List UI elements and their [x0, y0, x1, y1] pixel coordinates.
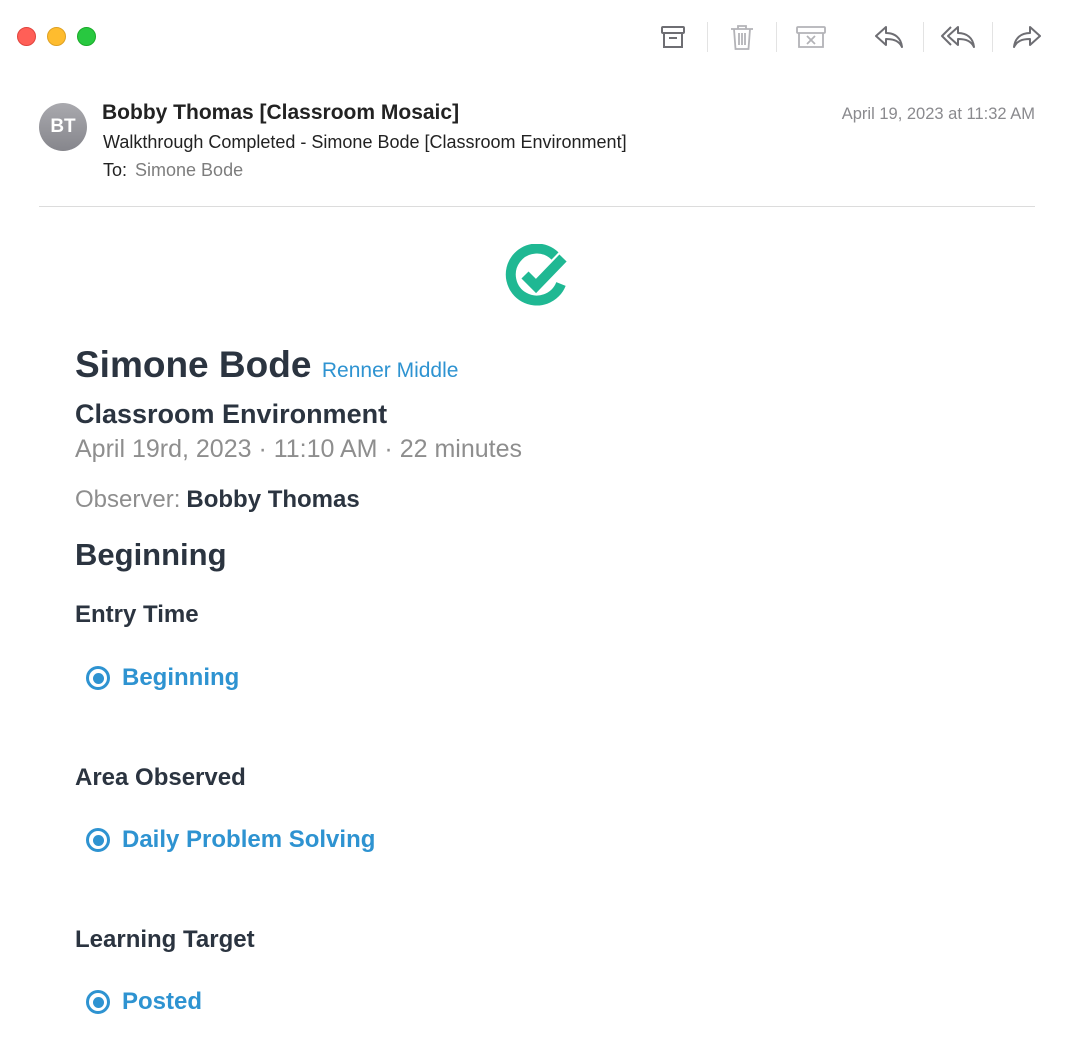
recipient-line: To: Simone Bode [103, 160, 243, 181]
section-title: Beginning [75, 537, 227, 572]
toolbar-separator [707, 22, 708, 52]
to-label: To: [103, 160, 128, 180]
close-window-button[interactable] [17, 27, 36, 46]
email-subject: Walkthrough Completed - Simone Bode [Cla… [103, 132, 627, 152]
archive-icon [661, 26, 685, 48]
walkthrough-meta: April 19rd, 2023 · 11:10 AM · 22 minutes [75, 435, 522, 463]
checkmark-logo-icon [505, 243, 567, 306]
school-link[interactable]: Renner Middle [322, 359, 459, 382]
answer-option: Beginning [86, 664, 239, 692]
walkthrough-category: Classroom Environment [75, 399, 388, 429]
radio-selected-icon [86, 666, 110, 690]
delete-button[interactable] [719, 18, 765, 56]
answer-option: Daily Problem Solving [86, 826, 375, 854]
classroom-mosaic-logo [505, 243, 569, 313]
toolbar-separator [923, 22, 924, 52]
question-label: Area Observed [75, 764, 246, 791]
teacher-line: Simone Bode Renner Middle [75, 344, 458, 386]
minimize-window-button[interactable] [47, 27, 66, 46]
trash-icon [731, 25, 753, 50]
junk-icon [796, 26, 826, 48]
forward-icon [1013, 26, 1041, 48]
reply-all-icon [941, 26, 975, 48]
answer-text: Daily Problem Solving [122, 826, 376, 853]
recipient-name[interactable]: Simone Bode [135, 160, 243, 180]
radio-selected-icon [86, 828, 110, 852]
archive-button[interactable] [650, 18, 696, 56]
teacher-name: Simone Bode [75, 344, 312, 385]
answer-option: Posted [86, 988, 202, 1016]
observer-line: Observer: Bobby Thomas [75, 486, 360, 514]
answer-text: Posted [122, 988, 203, 1015]
question-label: Entry Time [75, 601, 199, 628]
toolbar-separator [776, 22, 777, 52]
reply-button[interactable] [866, 18, 912, 56]
window-controls [17, 27, 96, 46]
zoom-window-button[interactable] [77, 27, 96, 46]
forward-button[interactable] [1004, 18, 1050, 56]
reply-all-button[interactable] [935, 18, 981, 56]
question-label: Learning Target [75, 926, 255, 953]
reply-icon [875, 26, 903, 48]
answer-text: Beginning [122, 664, 240, 691]
header-divider [39, 206, 1035, 207]
radio-selected-icon [86, 990, 110, 1014]
email-date: April 19, 2023 at 11:32 AM [841, 105, 1035, 123]
mail-toolbar [650, 18, 1050, 56]
sender-avatar: BT [39, 103, 87, 151]
sender-name[interactable]: Bobby Thomas [Classroom Mosaic] [102, 101, 459, 125]
observer-label: Observer: [75, 486, 181, 513]
junk-button[interactable] [788, 18, 834, 56]
toolbar-separator [992, 22, 993, 52]
observer-name: Bobby Thomas [186, 486, 360, 513]
